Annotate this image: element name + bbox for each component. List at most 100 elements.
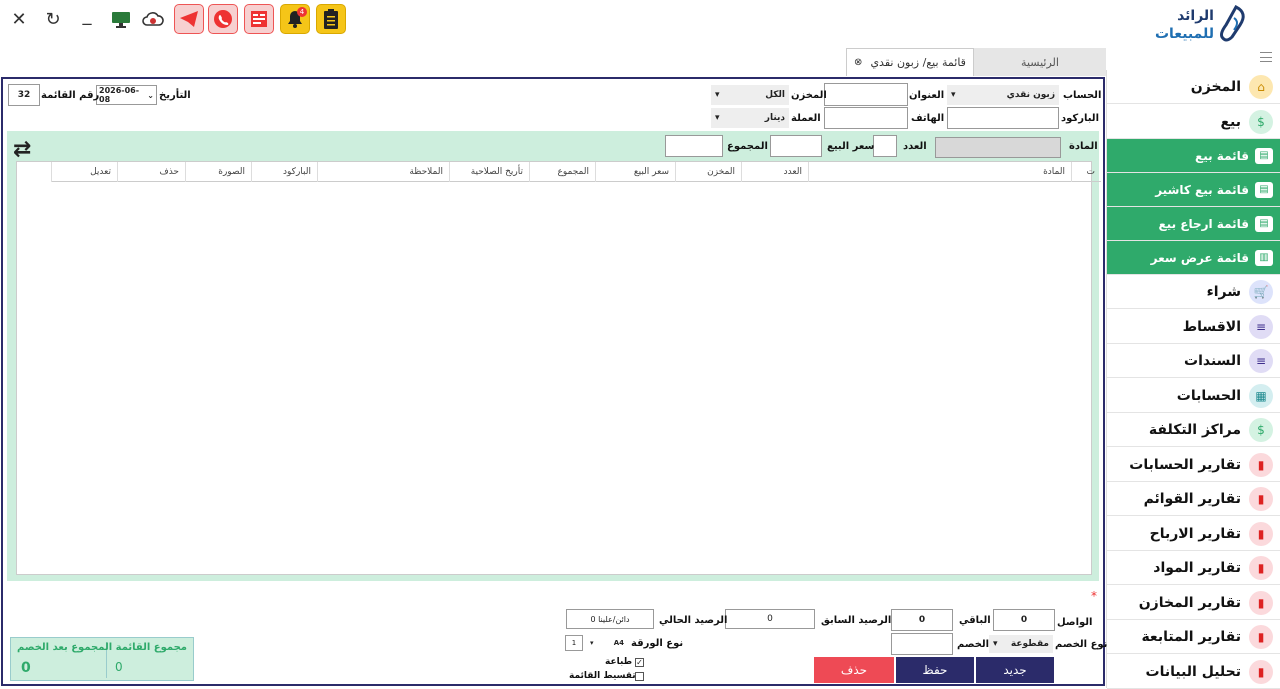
col-delete: حذف — [117, 162, 185, 182]
sidebar-item-store[interactable]: المخزن ⌂ — [1107, 70, 1280, 104]
paper-type-label: نوع الورقة — [631, 638, 684, 649]
tab-close-icon[interactable]: ⊗ — [854, 57, 862, 68]
discount-type-select[interactable]: مقطوعة ▾ — [989, 635, 1053, 653]
pdf-report-icon: ▮ — [1249, 521, 1273, 546]
sidebar-item-profit-reports[interactable]: تقارير الارباح ▮ — [1107, 517, 1280, 551]
refresh-icon[interactable]: ↻ — [40, 6, 66, 32]
currency-label: العملة — [791, 113, 821, 124]
whatsapp-icon[interactable] — [208, 4, 238, 34]
account-label: الحساب — [1063, 90, 1102, 101]
sidebar-item-accounts[interactable]: الحسابات ▦ — [1107, 379, 1280, 413]
account-select[interactable]: زبون نقدي ▾ — [947, 85, 1059, 105]
invoice-number-label: رقم القائمة — [41, 90, 100, 101]
sidebar-item-followup-reports[interactable]: تقارير المتابعة ▮ — [1107, 620, 1280, 654]
col-expiry: تأريخ الصلاحية — [449, 162, 529, 182]
sidebar-item-label: الاقساط — [1182, 318, 1241, 335]
sidebar-item-label: تقارير المخازن — [1138, 594, 1241, 611]
date-label: التأريخ — [159, 90, 191, 101]
report-icon[interactable] — [244, 4, 274, 34]
sidebar-item-label: تقارير القوائم — [1143, 490, 1241, 507]
minimize-icon[interactable]: _ — [74, 2, 100, 28]
sales-invoice-panel: الحساب زبون نقدي ▾ العنوان المخزن الكل ▾ ا… — [1, 77, 1107, 686]
tab-label: قائمة بيع/ زبون نقدي — [870, 56, 966, 69]
phone-label: الهاتف — [911, 113, 945, 124]
sidebar-item-label: قائمة ارجاع بيع — [1158, 216, 1249, 231]
sidebar-item-label: مراكز التكلفة — [1148, 421, 1241, 438]
col-image: الصورة — [185, 162, 251, 182]
store-value: الكل — [765, 90, 785, 100]
store-icon: ⌂ — [1249, 74, 1273, 99]
sidebar-item-sales[interactable]: بيع $ — [1107, 105, 1280, 139]
sidebar-item-sales-return[interactable]: قائمة ارجاع بيع ▤ — [1107, 207, 1280, 241]
sidebar-item-vouchers[interactable]: السندات ≡ — [1107, 344, 1280, 378]
quantity-label: العدد — [903, 141, 927, 152]
sidebar-item-label: بيع — [1220, 113, 1241, 130]
total-label: المجموع — [727, 141, 768, 152]
sidebar-item-cashier-invoice[interactable]: قائمة بيع كاشير ▤ — [1107, 173, 1280, 207]
installment-checkbox[interactable] — [635, 672, 644, 681]
sidebar-item-installments[interactable]: الاقساط ≡ — [1107, 310, 1280, 344]
received-input[interactable]: 0 — [993, 609, 1055, 631]
close-icon[interactable]: ✕ — [6, 6, 32, 32]
barcode-input[interactable] — [947, 107, 1059, 129]
received-label: الواصل — [1057, 617, 1093, 628]
discount-input[interactable] — [891, 633, 953, 655]
copies-stepper[interactable]: 1 — [565, 635, 583, 651]
logo-title: الرائد — [1177, 8, 1214, 24]
address-label: العنوان — [909, 90, 945, 101]
paper-type-select[interactable]: A4 ▾ — [586, 635, 628, 651]
previous-balance-input[interactable]: 0 — [725, 609, 815, 629]
tab-sales-invoice[interactable]: ⊗ قائمة بيع/ زبون نقدي — [846, 48, 974, 76]
pdf-report-icon: ▮ — [1249, 555, 1273, 580]
delete-button[interactable]: حذف — [814, 657, 894, 683]
col-barcode: الباركود — [251, 162, 317, 182]
item-input[interactable] — [935, 137, 1061, 158]
sidebar-item-item-reports[interactable]: تقارير المواد ▮ — [1107, 551, 1280, 585]
swap-arrows-icon[interactable]: ⇄ — [13, 137, 31, 162]
app-logo: الرائد للمبيعات — [1148, 4, 1252, 44]
date-input[interactable]: 2026-06-08 ⌄ — [96, 85, 157, 105]
new-button[interactable]: جديد — [976, 657, 1054, 683]
cart-icon: 🛒 — [1249, 279, 1273, 304]
invoice-number-input[interactable]: 32 — [8, 84, 40, 106]
remaining-input[interactable]: 0 — [891, 609, 953, 631]
store-select[interactable]: الكل ▾ — [711, 85, 789, 105]
sidebar-item-invoice-reports[interactable]: تقارير القوائم ▮ — [1107, 482, 1280, 516]
sidebar-item-label: الحسابات — [1176, 387, 1241, 404]
currency-select[interactable]: دينار ▾ — [711, 108, 789, 128]
quantity-input[interactable] — [873, 135, 897, 157]
sidebar-item-account-reports[interactable]: تقارير الحسابات ▮ — [1107, 448, 1280, 482]
telegram-icon[interactable] — [174, 4, 204, 34]
sidebar-item-label: السندات — [1184, 352, 1241, 369]
calculator-icon: ▦ — [1249, 383, 1273, 408]
address-input[interactable] — [824, 83, 908, 106]
save-button[interactable]: حفظ — [896, 657, 974, 683]
sidebar-item-label: قائمة بيع كاشير — [1155, 182, 1249, 197]
total-input[interactable] — [665, 135, 723, 157]
table-header: ت المادة العدد المخزن سعر البيع المجموع … — [51, 162, 1101, 182]
monitor-icon[interactable] — [108, 6, 134, 32]
list-icon: ▤ — [1255, 147, 1273, 164]
col-note: الملاحظة — [317, 162, 449, 182]
sidebar-item-label: شراء — [1206, 283, 1241, 300]
sidebar-item-data-analysis[interactable]: تحليل البيانات ▮ — [1107, 655, 1280, 689]
print-checkbox[interactable]: ✓ — [635, 658, 644, 667]
notification-badge: 4 — [297, 7, 307, 17]
sidebar-item-store-reports[interactable]: تقارير المخازن ▮ — [1107, 586, 1280, 620]
phone-input[interactable] — [824, 107, 908, 129]
current-balance-input[interactable]: 0 دائن/علينا — [566, 609, 654, 629]
sidebar-item-purchase[interactable]: شراء 🛒 — [1107, 275, 1280, 309]
logo-mark-icon — [1220, 5, 1245, 42]
cloud-sync-icon[interactable] — [140, 6, 166, 32]
sidebar-item-quotation[interactable]: قائمة عرض سعر ▥ — [1107, 241, 1280, 275]
price-input[interactable] — [770, 135, 822, 157]
chevron-down-icon: ▾ — [951, 90, 956, 100]
discount-type-value: مقطوعة — [1010, 639, 1049, 649]
clipboard-icon[interactable] — [316, 4, 346, 34]
total-after-discount-value: 0 — [21, 660, 31, 676]
sidebar-item-sales-invoice[interactable]: قائمة بيع ▤ — [1107, 139, 1280, 173]
sidebar-item-cost-centers[interactable]: مراكز التكلفة $ — [1107, 413, 1280, 447]
menu-toggle-icon[interactable] — [1260, 52, 1272, 62]
bell-icon[interactable]: 4 — [280, 4, 310, 34]
tab-home[interactable]: الرئيسية — [974, 48, 1106, 76]
